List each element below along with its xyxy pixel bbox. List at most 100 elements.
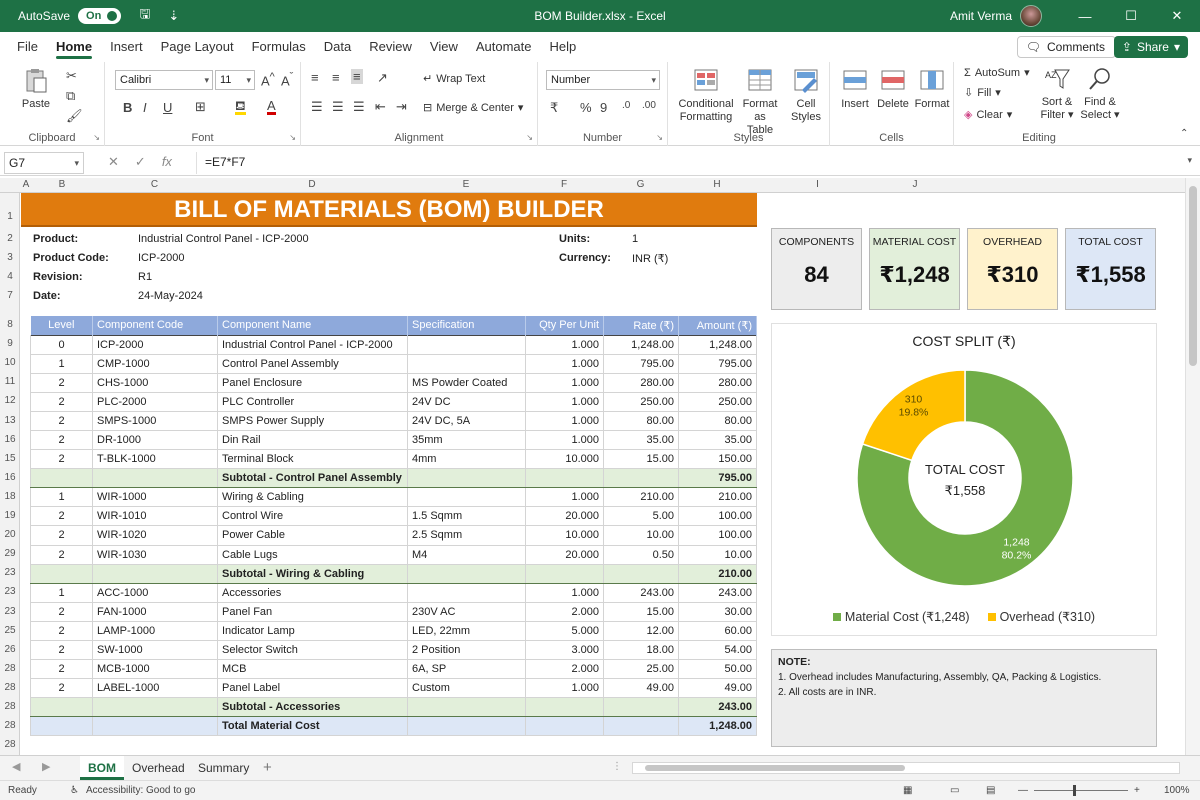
row-header[interactable]: 28 — [0, 663, 20, 674]
table-cell[interactable]: 280.00 — [603, 372, 679, 393]
tab-automate[interactable]: Automate — [467, 32, 541, 62]
cost-split-chart[interactable]: COST SPLIT (₹) TOTAL COST ₹1,558 310 19.8… — [771, 323, 1157, 636]
table-cell[interactable]: 1.000 — [525, 410, 604, 431]
table-cell[interactable]: 1,248.00 — [678, 716, 757, 737]
align-middle-icon[interactable]: ≡ — [332, 70, 340, 85]
table-cell[interactable]: 25.00 — [603, 659, 679, 680]
borders-icon[interactable]: ⊞ — [195, 99, 206, 115]
table-cell[interactable] — [407, 334, 526, 355]
comma-style-icon[interactable]: 9 — [600, 100, 607, 115]
table-cell[interactable]: Panel Enclosure — [217, 372, 408, 393]
table-cell[interactable]: 243.00 — [678, 697, 757, 718]
table-cell[interactable]: ICP-2000 — [92, 334, 218, 355]
zoom-slider-knob[interactable] — [1073, 785, 1076, 796]
table-cell[interactable]: 1 — [30, 487, 93, 508]
table-cell[interactable]: 60.00 — [678, 620, 757, 642]
worksheet[interactable]: BILL OF MATERIALS (BOM) BUILDER Product:… — [20, 193, 1185, 755]
table-cell[interactable]: 2.000 — [525, 659, 604, 680]
table-cell[interactable]: 5.00 — [603, 506, 679, 527]
table-cell[interactable] — [525, 563, 604, 584]
table-cell[interactable]: Subtotal - Wiring & Cabling — [217, 563, 408, 584]
tab-insert[interactable]: Insert — [101, 32, 152, 62]
table-cell[interactable]: 15.00 — [603, 601, 679, 622]
col-header[interactable]: J — [865, 179, 965, 190]
table-cell[interactable] — [603, 697, 679, 718]
table-cell[interactable]: SMPS Power Supply — [217, 410, 408, 431]
dialog-launcher-icon[interactable]: ↘ — [289, 133, 296, 142]
table-cell[interactable]: Indicator Lamp — [217, 620, 408, 642]
table-cell[interactable]: Subtotal - Accessories — [217, 697, 408, 718]
table-cell[interactable] — [407, 716, 526, 737]
vertical-scrollbar[interactable] — [1185, 178, 1200, 755]
tab-file[interactable]: File — [8, 32, 47, 62]
table-cell[interactable]: 35mm — [407, 429, 526, 451]
horizontal-scrollbar[interactable] — [632, 762, 1180, 774]
save-icon[interactable]: 🖫 — [139, 5, 150, 27]
format-painter-icon[interactable]: 🖌 — [66, 108, 83, 124]
table-cell[interactable]: M4 — [407, 544, 526, 565]
row-header[interactable]: 19 — [0, 510, 20, 521]
expand-formula-icon[interactable]: ▾ — [1187, 155, 1192, 166]
table-cell[interactable]: Custom — [407, 678, 526, 699]
table-cell[interactable]: ACC-1000 — [92, 582, 218, 603]
table-cell[interactable]: Power Cable — [217, 525, 408, 546]
table-cell[interactable]: 1.000 — [525, 582, 604, 603]
row-header[interactable]: 28 — [0, 739, 20, 750]
insert-function-icon[interactable]: fx — [162, 154, 172, 170]
percent-icon[interactable]: % — [580, 100, 592, 115]
table-cell[interactable]: 2 — [30, 506, 93, 527]
table-cell[interactable]: 2.000 — [525, 601, 604, 622]
format-as-table-button[interactable]: Format as Table — [736, 68, 784, 137]
table-cell[interactable] — [407, 563, 526, 584]
increase-font-icon[interactable]: A^ — [261, 71, 275, 88]
table-cell[interactable]: 20.000 — [525, 544, 604, 565]
font-color-icon[interactable]: A — [267, 99, 276, 115]
row-header[interactable]: 28 — [0, 720, 20, 731]
table-cell[interactable] — [603, 716, 679, 737]
fill-button[interactable]: ⇩ Fill ▾ — [964, 86, 1001, 100]
prev-sheet-icon[interactable]: ◀ — [12, 760, 20, 773]
table-cell[interactable]: 795.00 — [603, 353, 679, 374]
table-cell[interactable]: LABEL-1000 — [92, 678, 218, 699]
col-header[interactable]: D — [217, 179, 407, 190]
align-center-icon[interactable]: ☰ — [332, 99, 344, 115]
row-header[interactable]: 1 — [0, 211, 20, 222]
row-header[interactable]: 12 — [0, 395, 20, 406]
sheet-tab-bom[interactable]: BOM — [80, 756, 124, 780]
sheet-tab-summary[interactable]: Summary — [190, 756, 257, 780]
clear-button[interactable]: ◈ Clear ▾ — [964, 108, 1012, 122]
table-cell[interactable]: 2 — [30, 678, 93, 699]
table-cell[interactable]: 2 — [30, 449, 93, 470]
table-cell[interactable]: 1.000 — [525, 353, 604, 374]
table-cell[interactable]: 210.00 — [678, 487, 757, 508]
table-cell[interactable]: 1 — [30, 353, 93, 374]
table-cell[interactable]: Control Panel Assembly — [217, 353, 408, 374]
table-cell[interactable]: 243.00 — [603, 582, 679, 603]
header-component-code[interactable]: Component Code — [92, 316, 218, 335]
align-bottom-icon[interactable]: ≡ — [351, 69, 363, 84]
table-cell[interactable]: 10.000 — [525, 525, 604, 546]
row-header[interactable]: 23 — [0, 606, 20, 617]
align-left-icon[interactable]: ☰ — [311, 99, 323, 115]
tab-home[interactable]: Home — [47, 32, 101, 62]
italic-icon[interactable]: I — [143, 100, 147, 115]
name-box[interactable]: G7 ▾ — [4, 152, 84, 174]
table-cell[interactable] — [525, 716, 604, 737]
table-cell[interactable] — [30, 697, 93, 718]
table-cell[interactable]: 1.000 — [525, 678, 604, 699]
table-cell[interactable]: MCB-1000 — [92, 659, 218, 680]
table-cell[interactable]: PLC-2000 — [92, 391, 218, 412]
page-break-view-icon[interactable]: ▤ — [986, 785, 995, 796]
table-cell[interactable]: 1,248.00 — [603, 334, 679, 355]
row-header[interactable]: 7 — [0, 290, 20, 301]
table-cell[interactable]: 2.5 Sqmm — [407, 525, 526, 546]
next-sheet-icon[interactable]: ▶ — [42, 760, 50, 773]
row-header[interactable]: 4 — [0, 271, 20, 282]
customize-qat-icon[interactable]: ⇣ — [168, 8, 179, 24]
fill-color-icon[interactable]: ⛾ — [235, 99, 246, 115]
dialog-launcher-icon[interactable]: ↘ — [656, 133, 663, 142]
table-cell[interactable]: Subtotal - Control Panel Assembly — [217, 468, 408, 489]
table-cell[interactable]: 2 — [30, 391, 93, 412]
table-cell[interactable]: MS Powder Coated — [407, 372, 526, 393]
table-cell[interactable]: 2 Position — [407, 639, 526, 661]
